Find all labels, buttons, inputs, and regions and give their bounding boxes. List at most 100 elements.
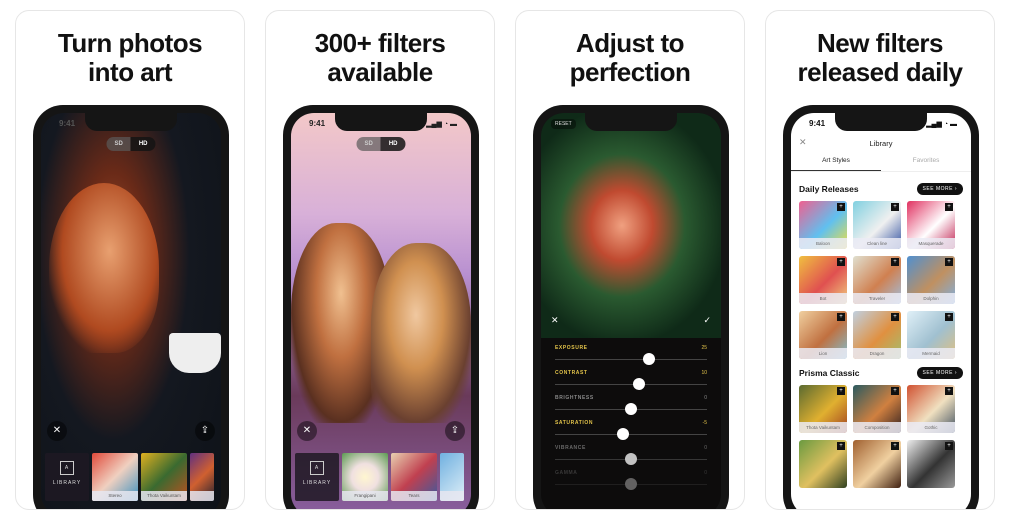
filter-thumb[interactable] <box>440 453 464 501</box>
slider-exposure[interactable]: EXPOSURE 25 <box>555 345 707 369</box>
sd-option[interactable]: SD <box>106 137 131 151</box>
filter-thumb[interactable] <box>190 453 214 501</box>
status-icons: ▂▄▆ ◔ ▬ <box>926 121 957 128</box>
phone-mockup: 9:41 SD HD ✕ ⇪ A LIBRARY Stereo Thota Vaik… <box>33 105 229 509</box>
add-icon[interactable]: + <box>837 442 845 450</box>
add-icon[interactable]: + <box>945 442 953 450</box>
reset-button[interactable]: RESET <box>551 119 576 129</box>
slider-track[interactable] <box>555 384 707 385</box>
quality-toggle[interactable]: SD HD <box>356 137 406 151</box>
tab-favorites[interactable]: Favorites <box>881 157 971 171</box>
slider-knob[interactable] <box>625 403 637 415</box>
close-icon[interactable]: ✕ <box>47 421 67 441</box>
slider-track[interactable] <box>555 359 707 360</box>
style-name: Baloon <box>799 238 847 249</box>
hd-option[interactable]: HD <box>130 137 156 151</box>
style-name: Composition <box>853 422 901 433</box>
share-icon[interactable]: ⇪ <box>195 421 215 441</box>
style-tile[interactable]: + Mermaid <box>907 311 955 359</box>
slider-knob[interactable] <box>625 453 637 465</box>
style-name: Thota Vaikuntam <box>799 422 847 433</box>
library-button[interactable]: A LIBRARY <box>45 453 89 501</box>
panel-adjust: Adjust to perfection RESET ✕ ✓ EXPOSURE 25… <box>515 10 745 510</box>
quality-toggle[interactable]: SD HD <box>106 137 156 151</box>
style-tile[interactable]: + Dragon <box>853 311 901 359</box>
slider-brightness[interactable]: BRIGHTNESS 0 <box>555 395 707 419</box>
add-icon[interactable]: + <box>945 313 953 321</box>
portrait-artwork <box>49 183 159 353</box>
slider-saturation[interactable]: SATURATION -5 <box>555 420 707 444</box>
slider-value: 0 <box>704 470 707 476</box>
slider-gamma[interactable]: GAMMA 0 <box>555 470 707 494</box>
see-more-button[interactable]: SEE MORE › <box>916 183 963 195</box>
add-icon[interactable]: + <box>891 258 899 266</box>
style-name: Traveler <box>853 293 901 304</box>
style-tile[interactable]: + Clean line <box>853 201 901 249</box>
style-name: Mermaid <box>907 348 955 359</box>
status-icons: ▂▄▆ ◔ ▬ <box>426 121 457 128</box>
add-icon[interactable]: + <box>945 203 953 211</box>
filter-thumb[interactable]: Frangipani <box>342 453 388 501</box>
slider-vibrance[interactable]: VIBRANCE 0 <box>555 445 707 469</box>
slider-knob[interactable] <box>617 428 630 440</box>
style-name: Masquerade <box>907 238 955 249</box>
slider-label: VIBRANCE <box>555 445 586 451</box>
style-name: Gothic <box>907 422 955 433</box>
add-icon[interactable]: + <box>837 313 845 321</box>
panel-turn-photos: Turn photos into art 9:41 SD HD ✕ ⇪ A LIBRA… <box>15 10 245 510</box>
section-title: Prisma Classic <box>799 368 860 378</box>
slider-knob[interactable] <box>632 378 645 390</box>
hd-option[interactable]: HD <box>380 137 406 151</box>
slider-knob[interactable] <box>643 353 656 365</box>
library-sections: Daily Releases SEE MORE › + Baloon + Clean li… <box>791 175 971 488</box>
filter-thumb[interactable]: Thota Vaikuntam <box>141 453 187 501</box>
library-title: Library <box>869 139 893 148</box>
slider-label: BRIGHTNESS <box>555 395 594 401</box>
sd-option[interactable]: SD <box>356 137 381 151</box>
library-icon: A <box>60 461 74 475</box>
filter-thumb[interactable]: Tears <box>391 453 437 501</box>
style-tile[interactable]: + <box>799 440 847 488</box>
style-tile[interactable]: + <box>907 440 955 488</box>
style-tile[interactable]: + Traveler <box>853 256 901 304</box>
add-icon[interactable]: + <box>891 442 899 450</box>
add-icon[interactable]: + <box>945 258 953 266</box>
check-icon[interactable]: ✓ <box>703 315 711 326</box>
style-tile[interactable]: + Gothic <box>907 385 955 433</box>
library-icon: A <box>310 461 324 475</box>
filter-thumb[interactable]: Stereo <box>92 453 138 501</box>
phone-mockup: RESET ✕ ✓ EXPOSURE 25 CONTRAST 10 BRIGHTNESS… <box>533 105 729 509</box>
see-more-button[interactable]: SEE MORE › <box>916 367 963 379</box>
add-icon[interactable]: + <box>891 313 899 321</box>
style-tile[interactable]: + Lion <box>799 311 847 359</box>
panel-new-filters: New filters released daily 9:41 ▂▄▆ ◔ ▬ ✕… <box>765 10 995 510</box>
share-icon[interactable]: ⇪ <box>445 421 465 441</box>
notch <box>335 113 427 131</box>
slider-track[interactable] <box>555 434 707 435</box>
style-name: Clean line <box>853 238 901 249</box>
section-title: Daily Releases <box>799 184 859 194</box>
add-icon[interactable]: + <box>837 258 845 266</box>
library-button[interactable]: A LIBRARY <box>295 453 339 501</box>
add-icon[interactable]: + <box>837 387 845 395</box>
slider-knob[interactable] <box>625 478 637 490</box>
slider-contrast[interactable]: CONTRAST 10 <box>555 370 707 394</box>
filter-strip: A LIBRARY Stereo Thota Vaikuntam <box>41 453 221 505</box>
add-icon[interactable]: + <box>891 203 899 211</box>
add-icon[interactable]: + <box>891 387 899 395</box>
add-icon[interactable]: + <box>945 387 953 395</box>
style-tile[interactable]: + Dolphin <box>907 256 955 304</box>
add-icon[interactable]: + <box>837 203 845 211</box>
style-name: Dolphin <box>907 293 955 304</box>
style-tile[interactable]: + Baloon <box>799 201 847 249</box>
cup-artwork <box>169 333 221 373</box>
slider-value: 0 <box>704 395 707 401</box>
style-tile[interactable]: + Thota Vaikuntam <box>799 385 847 433</box>
close-icon[interactable]: ✕ <box>297 421 317 441</box>
tab-art-styles[interactable]: Art Styles <box>791 157 881 171</box>
style-tile[interactable]: + Bot <box>799 256 847 304</box>
style-tile[interactable]: + Masquerade <box>907 201 955 249</box>
style-tile[interactable]: + Composition <box>853 385 901 433</box>
close-icon[interactable]: ✕ <box>551 315 559 326</box>
style-tile[interactable]: + <box>853 440 901 488</box>
